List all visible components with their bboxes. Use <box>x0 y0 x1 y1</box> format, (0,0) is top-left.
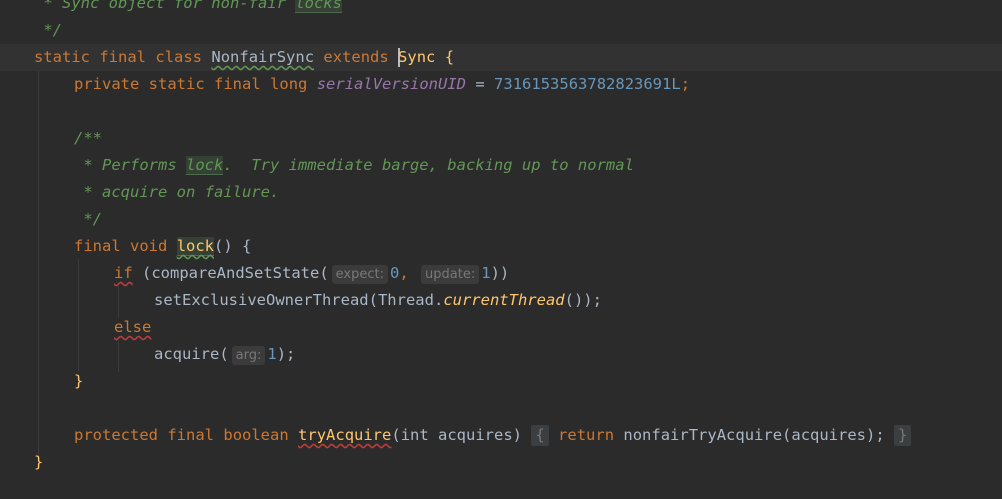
open-paren: ( <box>132 264 152 282</box>
keyword-private: private <box>74 75 140 93</box>
keyword-extends: extends <box>323 48 389 66</box>
keyword-protected: protected <box>74 426 158 444</box>
class-ref[interactable]: Thread <box>378 291 434 309</box>
keyword-class: class <box>155 48 203 66</box>
code-line: */ <box>0 17 1002 44</box>
serial-value: 7316153563782823691L <box>494 75 681 93</box>
parent-class-first-letter[interactable]: S <box>398 48 407 66</box>
code-line: */ <box>0 206 1002 233</box>
parent-class-rest[interactable]: ync <box>407 48 435 66</box>
code-line: } <box>0 368 1002 395</box>
method-call[interactable]: setExclusiveOwnerThread( <box>154 291 378 309</box>
code-line: if (compareAndSetState(expect: 0, update:… <box>0 260 1002 287</box>
code-line: } <box>0 449 1002 476</box>
code-editor[interactable]: * Sync object for non-fair locks */ stat… <box>0 0 1002 499</box>
method-call[interactable]: compareAndSetState( <box>151 264 328 282</box>
fold-marker-close[interactable]: } <box>894 425 912 446</box>
keyword-static: static <box>34 48 90 66</box>
keyword-final: final <box>214 75 261 93</box>
keyword-static: static <box>148 75 205 93</box>
highlighted-word: locks <box>295 0 342 13</box>
keyword-final: final <box>74 237 121 255</box>
keyword-boolean: boolean <box>223 426 289 444</box>
javadoc-text: . Try immediate barge, backing up to nor… <box>223 156 634 174</box>
fold-marker-open[interactable]: { <box>531 425 549 446</box>
code-line: protected final boolean tryAcquire(int a… <box>0 422 1002 449</box>
number-literal: 1 <box>481 264 491 282</box>
keyword-final: final <box>167 426 215 444</box>
javadoc-close: */ <box>74 210 102 228</box>
code-line: else <box>0 314 1002 341</box>
code-line: * Sync object for non-fair locks <box>0 0 1002 17</box>
semicolon: ; <box>680 75 691 93</box>
javadoc-open: /** <box>74 129 102 147</box>
comment-close: */ <box>34 21 62 39</box>
javadoc-text: * Performs <box>74 156 186 174</box>
keyword-final: final <box>99 48 147 66</box>
code-line: setExclusiveOwnerThread(Thread.currentTh… <box>0 287 1002 314</box>
keyword-void: void <box>130 237 168 255</box>
keyword-return: return <box>558 426 615 444</box>
param-hint-update: update: <box>421 265 480 284</box>
parens-open-brace: () { <box>214 237 252 255</box>
code-line: * Performs lock. Try immediate barge, ba… <box>0 152 1002 179</box>
code-line-current: static final class NonfairSync extends S… <box>0 44 1002 71</box>
params: (int acquires) <box>391 426 523 444</box>
code-line: * acquire on failure. <box>0 179 1002 206</box>
try-acquire-method-name[interactable]: tryAcquire <box>298 426 391 444</box>
highlighted-word: lock <box>185 156 224 175</box>
open-brace: { <box>444 48 455 66</box>
number-literal: 0 <box>390 264 400 282</box>
close-call: ()); <box>564 291 602 309</box>
method-call[interactable]: acquire( <box>154 345 229 363</box>
code-line: final void lock() { <box>0 233 1002 260</box>
comma: , <box>399 264 409 282</box>
keyword-long: long <box>270 75 308 93</box>
param-hint-arg: arg: <box>231 346 266 365</box>
lock-method-name[interactable]: lock <box>176 237 215 256</box>
comment-text: * Sync object for non-fair <box>34 0 296 12</box>
static-method-call[interactable]: currentThread <box>443 291 564 309</box>
code-line: acquire(arg: 1); <box>0 341 1002 368</box>
dot: . <box>433 291 444 309</box>
class-name[interactable]: NonfairSync <box>211 48 314 66</box>
close-paren-semicolon: ); <box>276 345 296 363</box>
class-close-brace: } <box>34 453 44 471</box>
param-hint-expect: expect: <box>331 265 388 284</box>
equals-sign: = <box>475 75 485 93</box>
serial-field[interactable]: serialVersionUID <box>317 75 466 93</box>
code-line: /** <box>0 125 1002 152</box>
code-line: private static final long serialVersionU… <box>0 71 1002 98</box>
method-call[interactable]: nonfairTryAcquire(acquires); <box>623 426 884 444</box>
close-brace: } <box>74 372 84 390</box>
close-parens: )) <box>490 264 510 282</box>
javadoc-text: * acquire on failure. <box>74 183 280 201</box>
keyword-if: if <box>114 264 133 282</box>
keyword-else: else <box>114 318 152 336</box>
number-literal: 1 <box>267 345 277 363</box>
